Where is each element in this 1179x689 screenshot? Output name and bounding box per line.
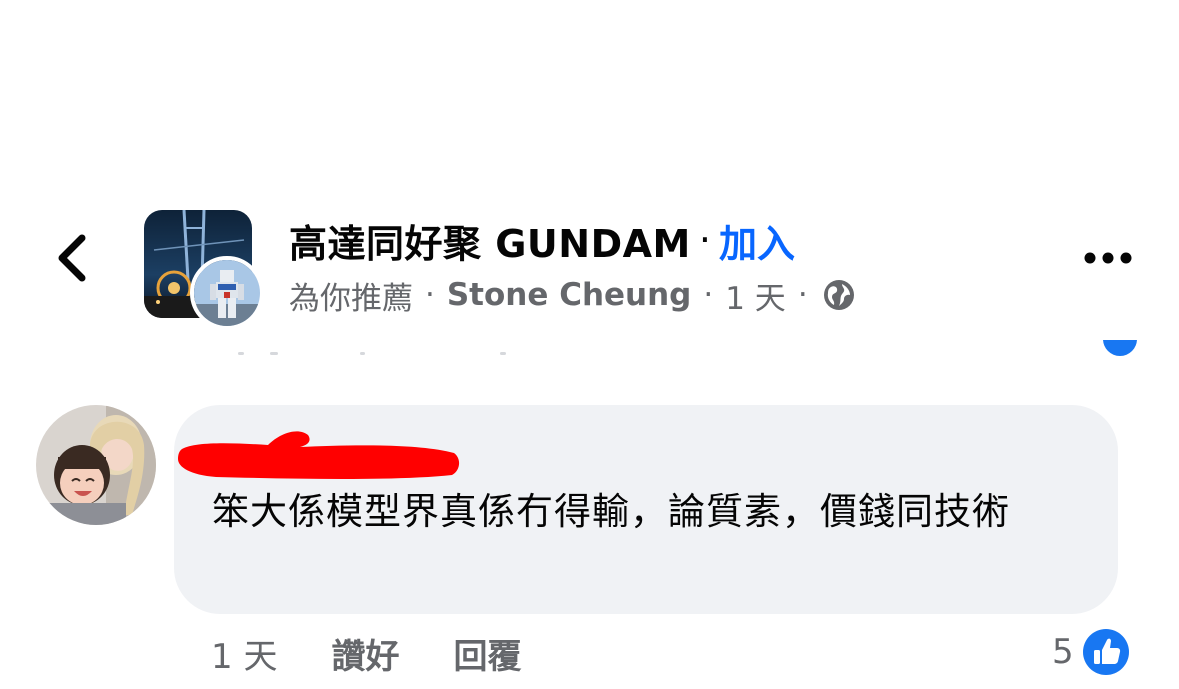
group-avatar[interactable] <box>144 210 264 330</box>
meta-separator: · <box>425 277 435 313</box>
reaction-summary[interactable]: 5 <box>1052 626 1130 678</box>
name-redaction <box>178 431 460 479</box>
post-time[interactable]: 1 天 <box>725 273 786 318</box>
comment-bubble: 笨大係模型界真係冇得輸，論質素，價錢同技術 <box>174 405 1118 614</box>
post-header-meta: 為你推薦 · Stone Cheung · 1 天 · <box>289 272 856 318</box>
like-button[interactable]: 讚好 <box>331 629 399 678</box>
meta-separator: · <box>703 277 714 313</box>
chevron-left-icon <box>58 234 86 282</box>
clipped-content-edge <box>0 340 1179 356</box>
comment-time[interactable]: 1 天 <box>211 629 277 678</box>
poster-avatar <box>190 256 264 330</box>
post-header-title: 高達同好聚 GUNDAM · 加入 <box>289 212 795 268</box>
more-horizontal-icon <box>1084 252 1132 264</box>
post-author[interactable]: Stone Cheung <box>447 277 692 313</box>
more-options-button[interactable] <box>1078 236 1138 280</box>
meta-separator: · <box>797 277 808 313</box>
comment-thread-screen: 高達同好聚 GUNDAM · 加入 為你推薦 · Stone Cheung · … <box>0 0 1179 689</box>
comment-text: 笨大係模型界真係冇得輸，論質素，價錢同技術 <box>212 490 1010 533</box>
recommended-label: 為你推薦 <box>289 280 413 317</box>
commenter-avatar[interactable] <box>36 405 156 525</box>
group-name[interactable]: 高達同好聚 GUNDAM <box>289 213 691 268</box>
back-button[interactable] <box>44 228 100 288</box>
join-button[interactable]: 加入 <box>719 213 795 268</box>
reaction-count: 5 <box>1052 632 1074 672</box>
comment-actions: 1 天 讚好 回覆 <box>211 628 521 678</box>
reply-button[interactable]: 回覆 <box>453 629 521 678</box>
thumbs-up-icon <box>1082 629 1129 675</box>
title-separator: · <box>698 218 711 262</box>
globe-icon <box>823 280 854 310</box>
